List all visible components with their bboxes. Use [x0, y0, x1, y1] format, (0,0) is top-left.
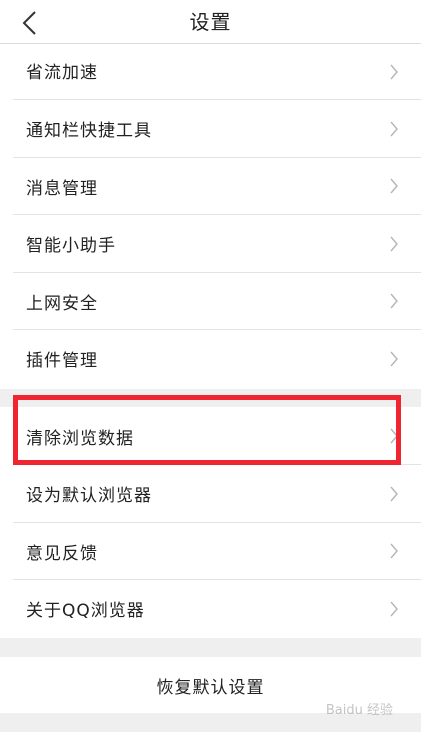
settings-item-smart-assistant[interactable]: 智能小助手: [0, 215, 421, 273]
settings-item-plugin-management[interactable]: 插件管理: [0, 330, 421, 388]
settings-item-label: 设为默认浏览器: [26, 486, 152, 507]
restore-defaults-label: 恢复默认设置: [156, 677, 265, 698]
settings-item-about[interactable]: 关于QQ浏览器: [0, 580, 421, 638]
page-title: 设置: [189, 10, 232, 34]
settings-item-label: 上网安全: [26, 293, 98, 314]
chevron-right-icon: [390, 64, 398, 80]
settings-item-label: 省流加速: [26, 63, 98, 83]
chevron-right-icon: [390, 601, 398, 617]
chevron-right-icon: [390, 178, 398, 194]
settings-item-notification-tools[interactable]: 通知栏快捷工具: [0, 100, 421, 158]
settings-item-label: 清除浏览数据: [26, 428, 134, 449]
settings-item-message-management[interactable]: 消息管理: [0, 158, 421, 215]
settings-item-label: 消息管理: [26, 178, 98, 199]
settings-item-label: 关于QQ浏览器: [26, 601, 145, 622]
watermark: Baidu 经验: [325, 703, 393, 718]
settings-item-clear-browsing-data[interactable]: 清除浏览数据: [0, 407, 421, 465]
settings-group-browser: 清除浏览数据 设为默认浏览器 意见反馈 关于QQ浏览器: [0, 407, 421, 638]
chevron-right-icon: [390, 428, 398, 444]
chevron-right-icon: [390, 486, 398, 502]
settings-group-general: 省流加速 通知栏快捷工具 消息管理 智能小助手 上网安全 插件管理: [0, 44, 421, 389]
settings-item-feedback[interactable]: 意见反馈: [0, 523, 421, 580]
settings-item-label: 通知栏快捷工具: [26, 121, 152, 142]
chevron-right-icon: [390, 236, 398, 252]
settings-item-label: 智能小助手: [26, 236, 116, 257]
chevron-right-icon: [390, 293, 398, 309]
header-bar: 设置: [0, 0, 421, 44]
chevron-right-icon: [390, 543, 398, 559]
settings-item-label: 插件管理: [26, 351, 98, 372]
chevron-right-icon: [390, 121, 398, 137]
settings-item-set-default-browser[interactable]: 设为默认浏览器: [0, 465, 421, 523]
settings-item-label: 意见反馈: [26, 543, 98, 564]
settings-item-web-security[interactable]: 上网安全: [0, 273, 421, 330]
chevron-right-icon: [390, 351, 398, 367]
settings-item-data-saver[interactable]: 省流加速: [0, 44, 421, 100]
